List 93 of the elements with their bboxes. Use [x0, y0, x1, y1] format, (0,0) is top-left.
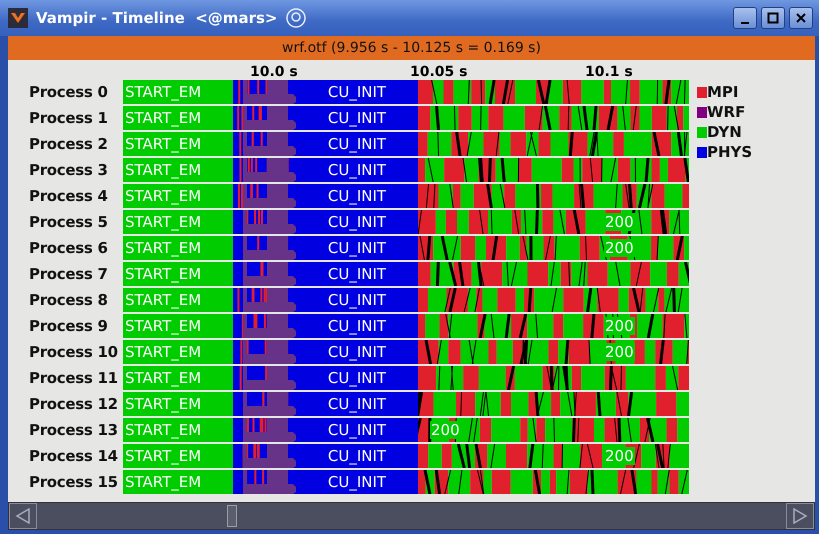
trace-title: wrf.otf (9.956 s - 10.125 s = 0.169 s) [282, 40, 541, 56]
process-label: Process 12 [28, 394, 119, 415]
function-bar: CU_INIT [296, 444, 418, 468]
process-label: Process 0 [28, 82, 109, 103]
right-arrow-icon [792, 508, 808, 524]
trace-drawing [233, 184, 296, 208]
process-label: Process 9 [28, 316, 109, 337]
scrollbar-thumb[interactable] [227, 505, 237, 527]
axis-tick-label: 10.05 s [410, 64, 468, 80]
process-label: Process 10 [28, 342, 119, 363]
message-count-label: 200 [604, 343, 635, 361]
message-count-label: 200 [604, 447, 635, 465]
function-bar: CU_INIT [296, 236, 418, 260]
horizontal-scrollbar[interactable] [8, 502, 815, 530]
function-bar: CU_INIT [296, 262, 418, 286]
window-title: Vampir - Timeline <@mars> [36, 9, 278, 27]
process-label: Process 7 [28, 264, 109, 285]
trace-drawing [233, 288, 296, 312]
function-bar: START_EM [123, 158, 233, 182]
close-button[interactable] [789, 7, 813, 29]
function-bar: CU_INIT [296, 314, 418, 338]
trace-drawing [233, 158, 296, 182]
function-bar: START_EM [123, 314, 233, 338]
function-bar: CU_INIT [296, 210, 418, 234]
left-arrow-icon [15, 508, 31, 524]
process-label: Process 6 [28, 238, 109, 259]
trace-drawing [233, 340, 296, 364]
swirl-icon [285, 7, 308, 29]
message-count-label: 200 [430, 421, 461, 439]
function-bar: START_EM [123, 106, 233, 130]
function-bar: START_EM [123, 444, 233, 468]
trace-drawing [233, 262, 296, 286]
function-bar: CU_INIT [296, 158, 418, 182]
trace-drawing [233, 314, 296, 338]
function-bar: CU_INIT [296, 132, 418, 156]
close-icon [795, 12, 807, 24]
trace-drawing [233, 392, 296, 416]
legend-label: MPI [707, 83, 739, 101]
trace-drawing [233, 132, 296, 156]
process-label: Process 3 [28, 160, 109, 181]
scroll-right-button[interactable] [786, 503, 814, 529]
legend-label: WRF [707, 103, 746, 121]
function-bar: START_EM [123, 418, 233, 442]
function-bar: CU_INIT [296, 106, 418, 130]
axis-tick-label: 10.0 s [250, 64, 298, 80]
function-bar: START_EM [123, 470, 233, 494]
message-count-label: 200 [604, 213, 635, 231]
message-count-label: 200 [604, 317, 635, 335]
function-bar: CU_INIT [296, 340, 418, 364]
function-bar: START_EM [123, 132, 233, 156]
function-bar: CU_INIT [296, 288, 418, 312]
process-label: Process 2 [28, 134, 109, 155]
trace-drawing [233, 366, 296, 390]
trace-drawing [233, 418, 296, 442]
function-bar: CU_INIT [296, 80, 418, 104]
function-bar: START_EM [123, 392, 233, 416]
function-bar: CU_INIT [296, 392, 418, 416]
function-bar: START_EM [123, 80, 233, 104]
function-bar: START_EM [123, 262, 233, 286]
function-bar: START_EM [123, 210, 233, 234]
maximize-button[interactable] [761, 7, 785, 29]
function-bar: START_EM [123, 184, 233, 208]
trace-drawing [233, 210, 296, 234]
function-bar: START_EM [123, 236, 233, 260]
process-label: Process 13 [28, 420, 119, 441]
process-label: Process 1 [28, 108, 109, 129]
function-bar: CU_INIT [296, 366, 418, 390]
legend-label: PHYS [707, 143, 752, 161]
process-label: Process 4 [28, 186, 109, 207]
scroll-left-button[interactable] [9, 503, 37, 529]
process-label: Process 14 [28, 446, 119, 467]
trace-drawing [233, 236, 296, 260]
minimize-button[interactable] [733, 7, 757, 29]
process-label: Process 5 [28, 212, 109, 233]
process-label: Process 11 [28, 368, 119, 389]
legend-label: DYN [707, 123, 742, 141]
function-bar: START_EM [123, 340, 233, 364]
minimize-icon [741, 22, 749, 24]
app-logo-icon [8, 8, 28, 28]
function-bar: START_EM [123, 366, 233, 390]
trace-drawing [233, 80, 296, 104]
function-bar: CU_INIT [296, 418, 418, 442]
function-bar: CU_INIT [296, 184, 418, 208]
function-bar: CU_INIT [296, 470, 418, 494]
trace-drawing [233, 470, 296, 494]
process-label: Process 8 [28, 290, 109, 311]
axis-tick-label: 10.1 s [585, 64, 633, 80]
function-bar: START_EM [123, 288, 233, 312]
maximize-icon [767, 12, 779, 24]
trace-drawing [233, 444, 296, 468]
process-label: Process 15 [28, 472, 119, 493]
trace-drawing [233, 106, 296, 130]
message-count-label: 200 [604, 239, 635, 257]
